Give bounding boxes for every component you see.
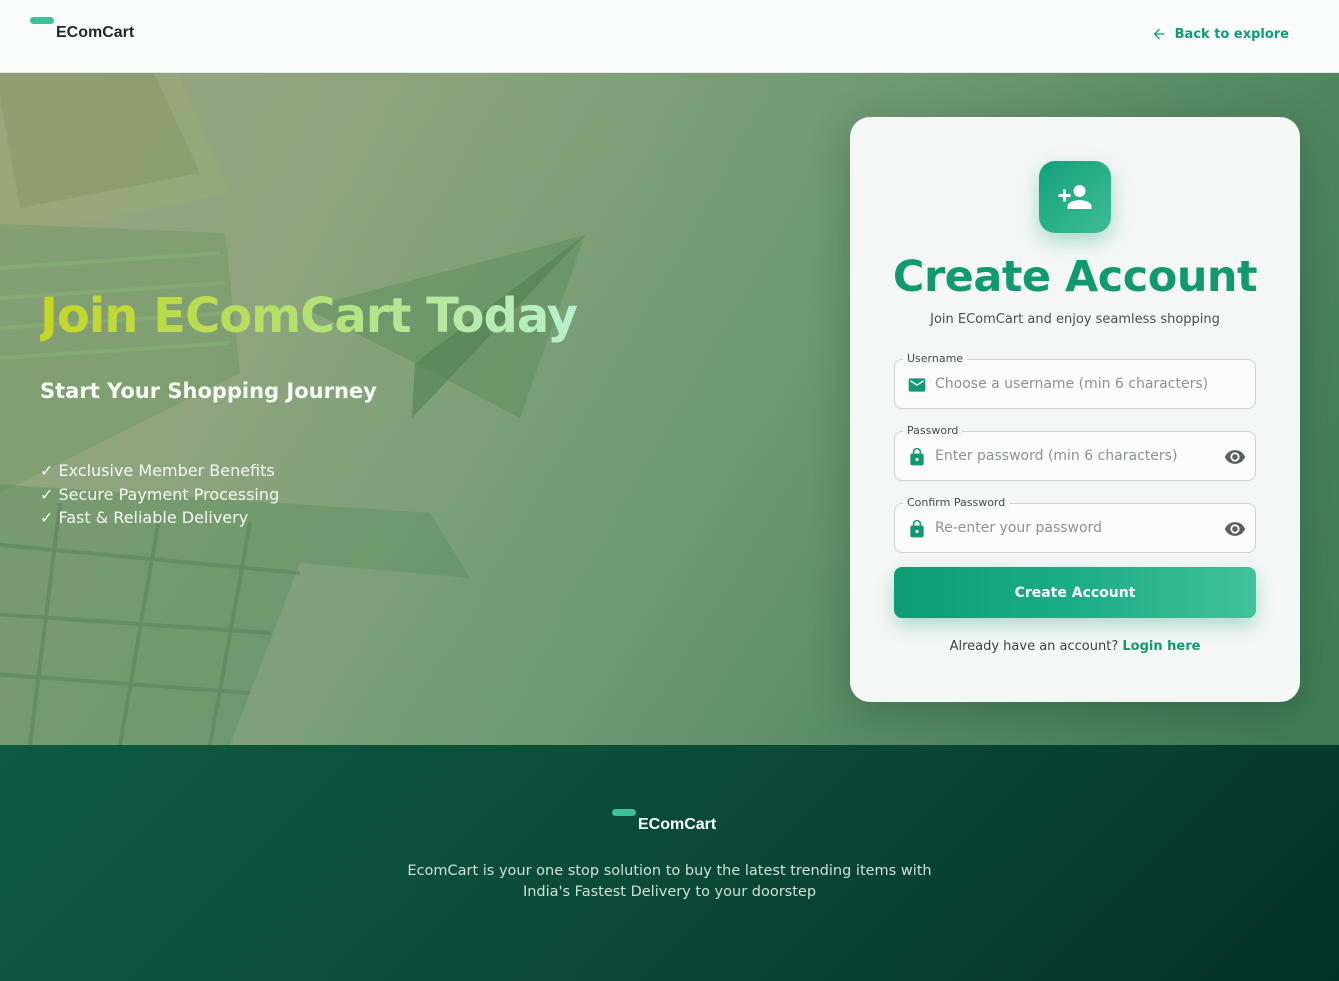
top-header: EComCart Back to explore — [0, 0, 1339, 73]
lock-icon — [910, 519, 924, 538]
brand-name: EComCart — [56, 24, 135, 41]
footer-description-line: EcomCart is your one stop solution to bu… — [407, 863, 932, 879]
login-link[interactable]: Login here — [1122, 639, 1200, 654]
footer: EComCart EcomCart is your one stop solut… — [0, 745, 1339, 981]
login-prompt-row: Already have an account? Login here — [850, 639, 1300, 654]
back-link-label: Back to explore — [1174, 26, 1289, 42]
footer-description: EcomCart is your one stop solution to bu… — [0, 861, 1339, 903]
benefit-item: ✓ Fast & Reliable Delivery — [40, 508, 249, 527]
person-add-icon — [1058, 185, 1092, 209]
confirm-password-input[interactable] — [935, 504, 1215, 552]
footer-brand-name: EComCart — [638, 816, 717, 833]
confirm-password-field: Confirm Password — [894, 496, 1256, 553]
logo-bar — [612, 809, 636, 816]
lock-icon — [910, 447, 924, 466]
avatar-tile — [1039, 161, 1111, 233]
username-input[interactable] — [935, 360, 1215, 408]
arrow-left-icon — [1153, 28, 1164, 40]
signup-card: Create Account Join EComCart and enjoy s… — [850, 117, 1300, 702]
benefit-item: ✓ Exclusive Member Benefits — [40, 461, 275, 480]
form-subtitle: Join EComCart and enjoy seamless shoppin… — [930, 312, 1220, 327]
hero-subtitle: Start Your Shopping Journey — [40, 379, 377, 403]
mail-icon — [908, 378, 926, 392]
footer-description-line: India's Fastest Delivery to your doorste… — [522, 884, 817, 900]
login-prompt-text: Already have an account? — [949, 639, 1119, 654]
hero-title: Join EComCart Today — [40, 288, 578, 344]
username-field: Username — [894, 352, 1256, 409]
back-to-explore-link[interactable]: Back to explore — [1151, 26, 1289, 42]
password-input[interactable] — [935, 432, 1215, 480]
benefits-list: ✓ Exclusive Member Benefits ✓ Secure Pay… — [40, 459, 279, 530]
create-account-button[interactable]: Create Account — [894, 567, 1256, 618]
eye-icon[interactable] — [1223, 518, 1247, 540]
form-title: Create Account — [892, 252, 1258, 302]
logo-bar — [30, 17, 54, 24]
password-field: Password — [894, 424, 1256, 481]
eye-icon[interactable] — [1223, 446, 1247, 468]
benefit-item: ✓ Secure Payment Processing — [40, 484, 280, 504]
